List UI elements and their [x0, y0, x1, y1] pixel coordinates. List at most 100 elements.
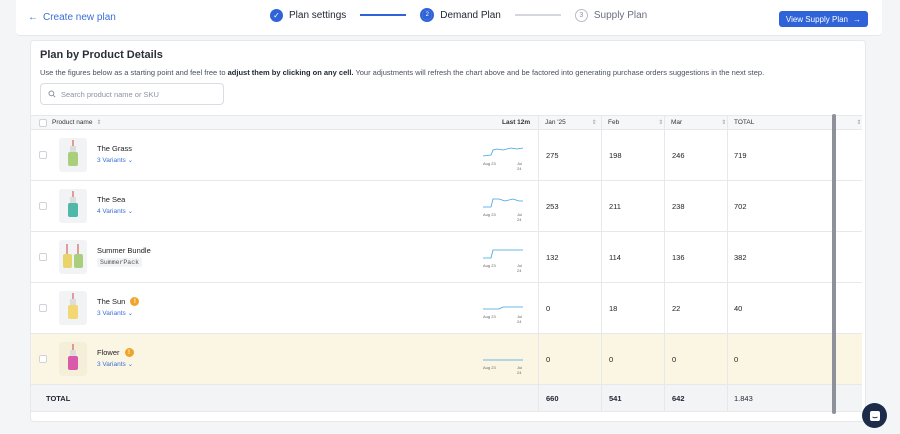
warning-icon[interactable]: ! — [124, 348, 134, 357]
card-subtitle: Use the figures below as a starting poin… — [40, 68, 765, 77]
cell-mar[interactable]: 246 — [672, 151, 685, 160]
search-icon — [48, 90, 56, 98]
chat-icon — [869, 410, 880, 421]
vertical-scrollbar[interactable] — [832, 114, 836, 414]
column-jan[interactable]: Jan '25 ⇕ — [545, 116, 597, 129]
column-last-12m: Last 12m — [502, 119, 531, 126]
column-divider — [727, 115, 728, 412]
product-thumbnail — [59, 291, 87, 325]
cell-mar[interactable]: 238 — [672, 202, 685, 211]
plan-by-product-card: Plan by Product Details Use the figures … — [30, 40, 866, 422]
cell-total: 719 — [734, 151, 747, 160]
step-demand-plan[interactable]: 2 Demand Plan — [420, 8, 501, 22]
table-body: The Grass 3 Variants ⌄ Aug 23 Jul 24 275 … — [31, 130, 862, 385]
top-navigation-bar: ← Create new plan ✓ Plan settings 2 Dema… — [16, 0, 882, 36]
row-checkbox[interactable] — [39, 253, 47, 261]
view-supply-label: View Supply Plan — [785, 14, 848, 24]
chevron-down-icon: ⌄ — [127, 361, 134, 368]
sort-icon: ⇕ — [658, 120, 664, 126]
cell-feb[interactable]: 211 — [609, 202, 621, 211]
cell-feb[interactable]: 0 — [609, 355, 613, 364]
cell-mar[interactable]: 22 — [672, 304, 680, 313]
column-feb[interactable]: Feb ⇕ — [608, 116, 663, 129]
row-checkbox[interactable] — [39, 355, 47, 363]
variants-toggle[interactable]: 3 Variants ⌄ — [97, 309, 133, 317]
column-divider — [538, 115, 539, 412]
cell-total: 0 — [734, 355, 739, 364]
product-thumbnail — [59, 138, 87, 172]
view-supply-plan-button[interactable]: View Supply Plan → — [778, 11, 868, 27]
variants-toggle[interactable]: 3 Variants ⌄ — [97, 156, 133, 164]
arrow-right-icon: → — [853, 14, 861, 24]
create-new-plan-link[interactable]: ← Create new plan — [28, 12, 116, 23]
chevron-down-icon: ⌄ — [127, 208, 134, 215]
cell-feb[interactable]: 198 — [609, 151, 622, 160]
cell-mar[interactable]: 0 — [672, 355, 676, 364]
sort-icon: ⇕ — [591, 120, 597, 126]
product-name[interactable]: The Sea — [97, 195, 125, 204]
variants-toggle[interactable]: 4 Variants ⌄ — [97, 207, 133, 215]
warning-icon[interactable]: ! — [130, 297, 140, 306]
card-title: Plan by Product Details — [40, 49, 163, 61]
table-row: Summer Bundle SummerPack Aug 23 Jul 24 13… — [31, 232, 862, 283]
variants-toggle[interactable]: 3 Variants ⌄ — [97, 360, 133, 368]
column-mar[interactable]: Mar ⇕ — [671, 116, 726, 129]
sparkline-chart: Aug 23 Jul 24 — [483, 244, 525, 273]
cell-jan[interactable]: 132 — [546, 253, 559, 262]
step-plan-settings[interactable]: ✓ Plan settings — [270, 8, 347, 22]
table-row: The Sea 4 Variants ⌄ Aug 23 Jul 24 253 21… — [31, 181, 862, 232]
cell-jan[interactable]: 275 — [546, 151, 559, 160]
table-row: The Sun! 3 Variants ⌄ Aug 23 Jul 24 0 18 … — [31, 283, 862, 334]
chevron-down-icon: ⌄ — [127, 157, 134, 164]
row-checkbox[interactable] — [39, 202, 47, 210]
row-checkbox[interactable] — [39, 151, 47, 159]
column-product-name[interactable]: Product name ⇕ — [52, 116, 102, 129]
cell-feb[interactable]: 114 — [609, 253, 621, 262]
product-name[interactable]: Summer Bundle — [97, 246, 151, 255]
back-link-label: Create new plan — [43, 12, 116, 23]
select-all-checkbox[interactable] — [39, 116, 47, 129]
chat-launcher-button[interactable] — [862, 403, 887, 428]
chevron-down-icon: ⌄ — [127, 310, 134, 317]
search-box[interactable] — [40, 83, 224, 105]
column-divider — [601, 115, 602, 412]
cell-mar[interactable]: 136 — [672, 253, 685, 262]
sparkline-chart: Aug 23 Jul 24 — [482, 142, 525, 171]
cell-total: 382 — [734, 253, 747, 262]
table-row: The Grass 3 Variants ⌄ Aug 23 Jul 24 275 … — [31, 130, 862, 181]
check-icon: ✓ — [270, 8, 283, 22]
step-supply-plan[interactable]: 3 Supply Plan — [574, 8, 648, 22]
cell-jan[interactable]: 0 — [546, 304, 550, 313]
total-grand: 1.843 — [734, 394, 753, 403]
row-checkbox[interactable] — [39, 304, 47, 312]
product-name[interactable]: The Sun! — [97, 297, 140, 306]
column-total[interactable]: TOTAL ⇕ — [734, 116, 861, 129]
sparkline-chart: Aug 23 Jul 24 — [483, 295, 525, 324]
column-divider — [664, 115, 665, 412]
total-mar: 642 — [672, 394, 685, 403]
sort-icon: ⇕ — [96, 120, 102, 126]
product-name[interactable]: The Grass — [97, 144, 132, 153]
search-input[interactable] — [61, 89, 221, 99]
cell-feb[interactable]: 18 — [609, 304, 617, 313]
sort-icon: ⇕ — [721, 120, 727, 126]
cell-jan[interactable]: 0 — [546, 355, 550, 364]
step-connector — [360, 14, 407, 16]
product-thumbnail — [59, 240, 87, 274]
product-thumbnail — [59, 189, 87, 223]
cell-jan[interactable]: 253 — [546, 202, 559, 211]
sparkline-chart: Aug 23 Jul 24 — [483, 193, 525, 222]
product-thumbnail — [59, 342, 87, 376]
cell-total: 702 — [734, 202, 747, 211]
step-label: Plan settings — [289, 9, 347, 21]
step-number-badge: 2 — [420, 8, 435, 22]
product-name[interactable]: Flower! — [97, 348, 134, 357]
table-header: Product name ⇕ Last 12m Jan '25 ⇕ Feb ⇕ Mar… — [31, 115, 862, 130]
arrow-left-icon: ← — [28, 12, 38, 23]
totals-label: TOTAL — [46, 394, 71, 403]
step-label: Supply Plan — [593, 9, 648, 21]
sparkline-chart: Aug 23 Jul 24 — [483, 359, 523, 375]
product-table: Product name ⇕ Last 12m Jan '25 ⇕ Feb ⇕ Mar… — [31, 115, 862, 412]
total-jan: 660 — [546, 394, 559, 403]
sku-badge: SummerPack — [97, 258, 143, 267]
